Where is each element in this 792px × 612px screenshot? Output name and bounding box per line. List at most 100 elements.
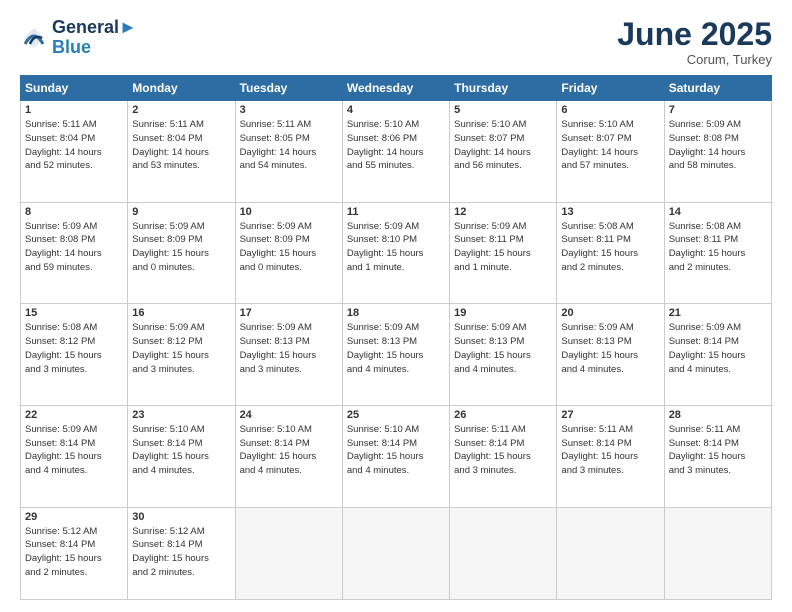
day-number: 29 xyxy=(25,511,123,523)
cell-line: Sunrise: 5:10 AM xyxy=(454,118,552,132)
cell-line: Sunset: 8:14 PM xyxy=(132,437,230,451)
cell-line: and 4 minutes. xyxy=(561,363,659,377)
cell-line: Sunrise: 5:11 AM xyxy=(454,423,552,437)
cell-info: Sunrise: 5:09 AMSunset: 8:13 PMDaylight:… xyxy=(240,321,338,376)
cell-line: Daylight: 15 hours xyxy=(669,247,767,261)
cell-line: Sunrise: 5:10 AM xyxy=(347,423,445,437)
cell-info: Sunrise: 5:09 AMSunset: 8:10 PMDaylight:… xyxy=(347,220,445,275)
cell-line: and 4 minutes. xyxy=(347,363,445,377)
top-bar: General► Blue June 2025 Corum, Turkey xyxy=(20,18,772,67)
cell-line: Daylight: 14 hours xyxy=(25,247,123,261)
cell-line: Daylight: 15 hours xyxy=(561,450,659,464)
calendar-cell xyxy=(235,507,342,599)
cell-line: and 53 minutes. xyxy=(132,159,230,173)
calendar-cell: 4Sunrise: 5:10 AMSunset: 8:06 PMDaylight… xyxy=(342,101,449,203)
cell-line: Sunset: 8:08 PM xyxy=(25,233,123,247)
cell-line: Daylight: 15 hours xyxy=(132,349,230,363)
cell-line: and 3 minutes. xyxy=(669,464,767,478)
day-number: 14 xyxy=(669,206,767,218)
cell-line: Sunset: 8:12 PM xyxy=(25,335,123,349)
calendar-cell: 24 Sunrise: 5:10 AMSunset: 8:14 PMDayligh… xyxy=(235,405,342,507)
day-number: 30 xyxy=(132,511,230,523)
cell-line: Sunset: 8:13 PM xyxy=(347,335,445,349)
calendar-header-row: SundayMondayTuesdayWednesdayThursdayFrid… xyxy=(21,76,772,101)
cell-line: Sunset: 8:09 PM xyxy=(132,233,230,247)
cell-info: Sunrise: 5:09 AMSunset: 8:13 PMDaylight:… xyxy=(454,321,552,376)
day-number: 23 xyxy=(132,409,230,421)
calendar-week-2: 15Sunrise: 5:08 AMSunset: 8:12 PMDayligh… xyxy=(21,304,772,406)
cell-line: Daylight: 15 hours xyxy=(240,349,338,363)
cell-line: Sunrise: 5:11 AM xyxy=(240,118,338,132)
cell-line: Sunrise: 5:11 AM xyxy=(132,118,230,132)
calendar-cell: 10Sunrise: 5:09 AMSunset: 8:09 PMDayligh… xyxy=(235,202,342,304)
cell-line: and 4 minutes. xyxy=(240,464,338,478)
page: General► Blue June 2025 Corum, Turkey Su… xyxy=(0,0,792,612)
cell-line: Sunrise: 5:12 AM xyxy=(25,525,123,539)
cell-info: Sunrise: 5:09 AMSunset: 8:13 PMDaylight:… xyxy=(347,321,445,376)
cell-line: Sunset: 8:04 PM xyxy=(132,132,230,146)
cell-line: and 4 minutes. xyxy=(347,464,445,478)
calendar-cell xyxy=(450,507,557,599)
calendar-cell: 19 Sunrise: 5:09 AMSunset: 8:13 PMDayligh… xyxy=(450,304,557,406)
cell-info: Sunrise: 5:09 AMSunset: 8:08 PMDaylight:… xyxy=(669,118,767,173)
cell-line: and 56 minutes. xyxy=(454,159,552,173)
day-number: 22 xyxy=(25,409,123,421)
cell-info: Sunrise: 5:09 AMSunset: 8:14 PMDaylight:… xyxy=(25,423,123,478)
cell-line: Sunset: 8:14 PM xyxy=(25,538,123,552)
calendar-cell: 7Sunrise: 5:09 AMSunset: 8:08 PMDaylight… xyxy=(664,101,771,203)
cell-line: Sunset: 8:14 PM xyxy=(669,335,767,349)
cell-line: and 3 minutes. xyxy=(132,363,230,377)
cell-line: and 58 minutes. xyxy=(669,159,767,173)
calendar-cell: 9Sunrise: 5:09 AMSunset: 8:09 PMDaylight… xyxy=(128,202,235,304)
cell-line: Sunset: 8:14 PM xyxy=(132,538,230,552)
day-number: 15 xyxy=(25,307,123,319)
cell-line: Daylight: 15 hours xyxy=(25,349,123,363)
cell-line: Sunset: 8:12 PM xyxy=(132,335,230,349)
day-number: 1 xyxy=(25,104,123,116)
cell-info: Sunrise: 5:09 AMSunset: 8:09 PMDaylight:… xyxy=(240,220,338,275)
cell-line: Sunset: 8:06 PM xyxy=(347,132,445,146)
calendar-week-3: 22 Sunrise: 5:09 AMSunset: 8:14 PMDayligh… xyxy=(21,405,772,507)
day-number: 19 xyxy=(454,307,552,319)
cell-line: and 4 minutes. xyxy=(25,464,123,478)
day-number: 27 xyxy=(561,409,659,421)
cell-line: Daylight: 15 hours xyxy=(669,450,767,464)
cell-line: Daylight: 15 hours xyxy=(132,450,230,464)
cell-line: Sunset: 8:11 PM xyxy=(454,233,552,247)
cell-info: Sunrise: 5:11 AMSunset: 8:04 PMDaylight:… xyxy=(132,118,230,173)
cell-info: Sunrise: 5:09 AMSunset: 8:14 PMDaylight:… xyxy=(669,321,767,376)
cell-info: Sunrise: 5:10 AMSunset: 8:14 PMDaylight:… xyxy=(240,423,338,478)
cell-info: Sunrise: 5:08 AMSunset: 8:11 PMDaylight:… xyxy=(669,220,767,275)
calendar-cell: 3Sunrise: 5:11 AMSunset: 8:05 PMDaylight… xyxy=(235,101,342,203)
day-number: 18 xyxy=(347,307,445,319)
calendar-cell: 30Sunrise: 5:12 AMSunset: 8:14 PMDayligh… xyxy=(128,507,235,599)
cell-info: Sunrise: 5:09 AMSunset: 8:11 PMDaylight:… xyxy=(454,220,552,275)
cell-line: and 2 minutes. xyxy=(561,261,659,275)
day-number: 26 xyxy=(454,409,552,421)
cell-info: Sunrise: 5:12 AMSunset: 8:14 PMDaylight:… xyxy=(25,525,123,580)
cell-line: Sunrise: 5:11 AM xyxy=(561,423,659,437)
cell-line: Sunrise: 5:09 AM xyxy=(347,220,445,234)
cell-line: Sunrise: 5:09 AM xyxy=(132,321,230,335)
cell-info: Sunrise: 5:11 AMSunset: 8:14 PMDaylight:… xyxy=(561,423,659,478)
cell-line: and 3 minutes. xyxy=(240,363,338,377)
calendar-cell: 5Sunrise: 5:10 AMSunset: 8:07 PMDaylight… xyxy=(450,101,557,203)
calendar-cell: 25Sunrise: 5:10 AMSunset: 8:14 PMDayligh… xyxy=(342,405,449,507)
cell-info: Sunrise: 5:11 AMSunset: 8:04 PMDaylight:… xyxy=(25,118,123,173)
calendar-cell: 27 Sunrise: 5:11 AMSunset: 8:14 PMDayligh… xyxy=(557,405,664,507)
cell-line: Sunrise: 5:08 AM xyxy=(25,321,123,335)
cell-line: Daylight: 15 hours xyxy=(132,247,230,261)
cell-line: Sunset: 8:13 PM xyxy=(561,335,659,349)
cell-line: Sunset: 8:11 PM xyxy=(669,233,767,247)
cell-line: Daylight: 15 hours xyxy=(347,450,445,464)
cell-line: Daylight: 15 hours xyxy=(240,450,338,464)
cell-line: Sunrise: 5:09 AM xyxy=(454,220,552,234)
calendar-cell: 11Sunrise: 5:09 AMSunset: 8:10 PMDayligh… xyxy=(342,202,449,304)
cell-line: Sunrise: 5:09 AM xyxy=(132,220,230,234)
day-number: 24 xyxy=(240,409,338,421)
calendar-table: SundayMondayTuesdayWednesdayThursdayFrid… xyxy=(20,75,772,600)
calendar-cell: 14 Sunrise: 5:08 AMSunset: 8:11 PMDayligh… xyxy=(664,202,771,304)
cell-line: Daylight: 14 hours xyxy=(240,146,338,160)
cell-line: Sunset: 8:07 PM xyxy=(454,132,552,146)
cell-line: Daylight: 15 hours xyxy=(132,552,230,566)
